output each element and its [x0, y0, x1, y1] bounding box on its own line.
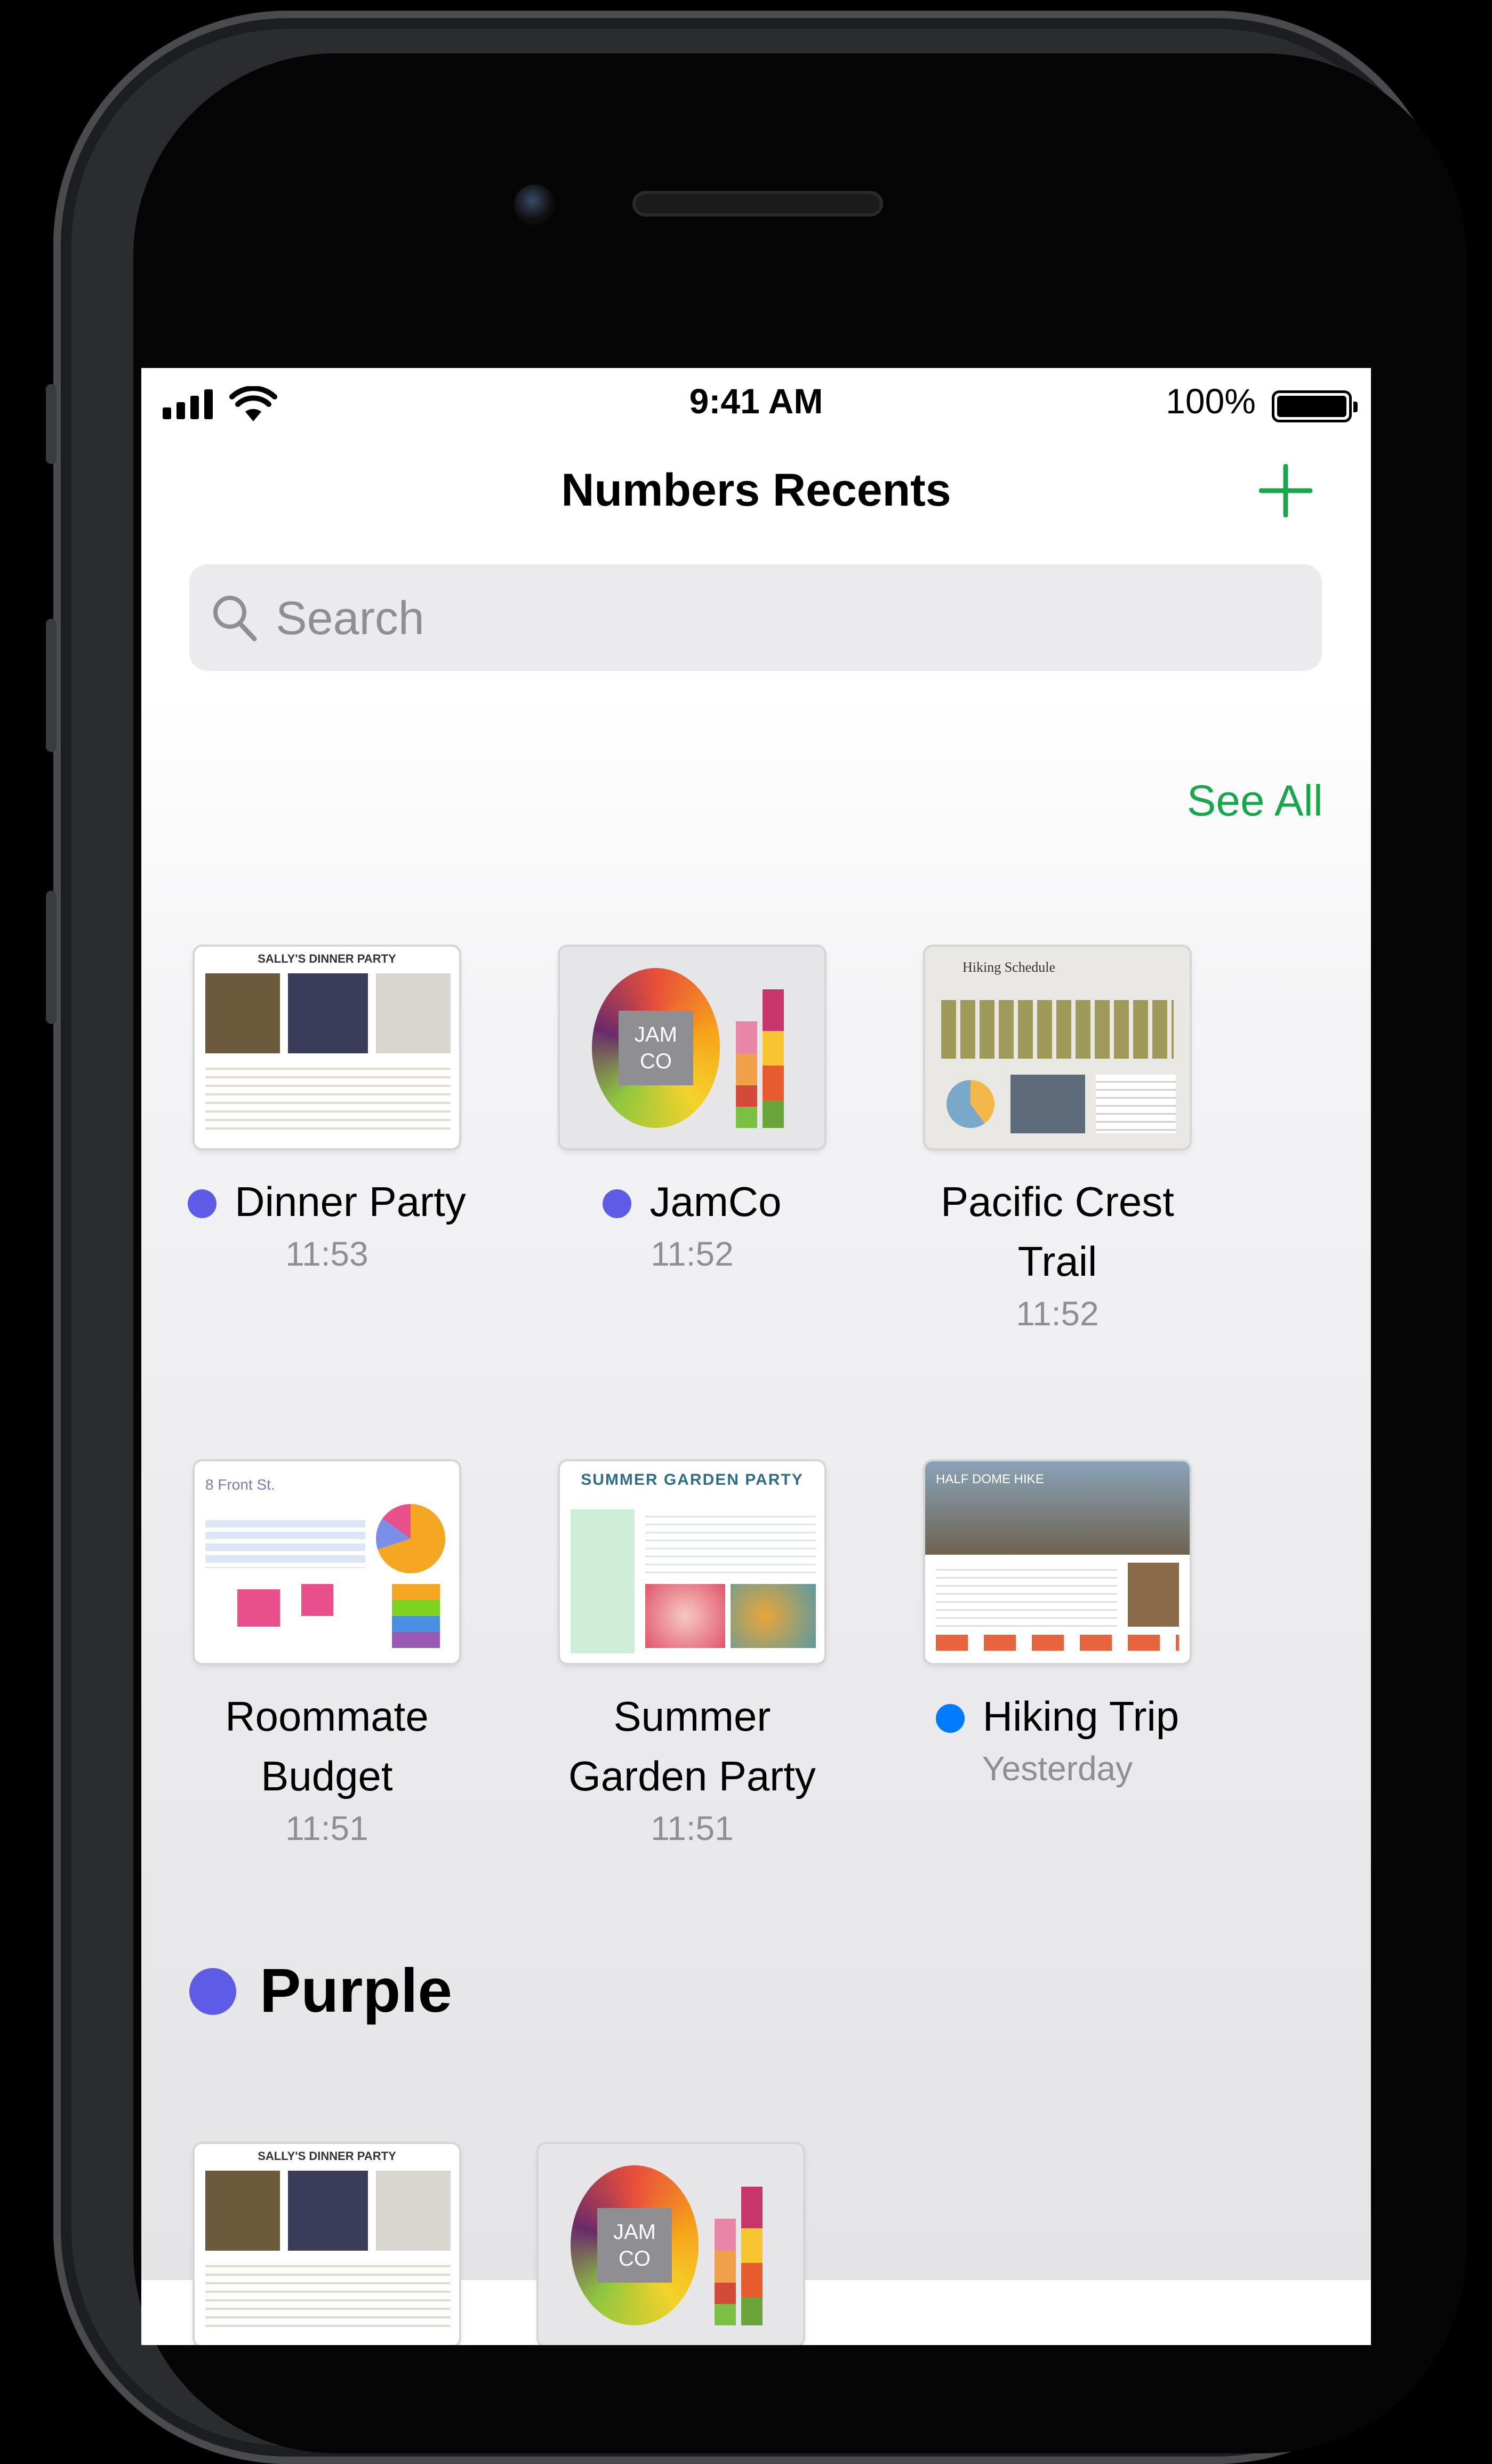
document-name-line-1: Pacific Crest: [941, 1178, 1174, 1225]
thumbnail-title: 8 Front St.: [205, 1476, 275, 1493]
document-name: Hiking Trip: [982, 1693, 1180, 1740]
document-time: 11:52: [651, 1235, 734, 1273]
document-name-line-1: Summer: [613, 1693, 771, 1740]
document-thumbnail[interactable]: Hiking Schedule: [925, 947, 1190, 1148]
status-bar: 9:41 AM 100%: [141, 368, 1371, 437]
purple-tag-icon: [189, 1968, 236, 2015]
battery-icon: [1272, 390, 1358, 422]
document-item-roommate-budget[interactable]: 8 Front St. Roommate Budget 11:51: [144, 1461, 510, 1851]
search-input[interactable]: [275, 580, 1290, 656]
document-thumbnail[interactable]: 8 Front St.: [195, 1461, 459, 1663]
tag-section-title: Purple: [260, 1956, 452, 2025]
document-name-line-1: Roommate: [225, 1693, 429, 1740]
document-thumbnail[interactable]: SUMMER GARDEN PARTY: [560, 1461, 824, 1663]
thumbnail-title: JAM CO: [597, 2208, 672, 2283]
document-thumbnail[interactable]: JAM CO: [560, 947, 824, 1148]
document-thumbnail[interactable]: HALF DOME HIKE: [925, 1461, 1190, 1663]
earpiece-speaker: [632, 191, 883, 217]
app-screen: 9:41 AM 100% Numbers Recents See All SAL…: [141, 368, 1371, 2345]
thumbnail-title: HALF DOME HIKE: [936, 1472, 1044, 1486]
document-time: 11:51: [285, 1809, 368, 1847]
page-title: Numbers Recents: [561, 465, 951, 516]
document-name-line-2: Trail: [1017, 1238, 1097, 1285]
add-icon[interactable]: [1259, 464, 1312, 517]
document-name: JamCo: [649, 1178, 782, 1225]
mute-switch: [46, 384, 57, 464]
document-time: 11:51: [651, 1809, 734, 1847]
document-time: Yesterday: [982, 1749, 1133, 1788]
see-all-link[interactable]: See All: [1187, 776, 1323, 826]
thumbnail-title: SUMMER GARDEN PARTY: [581, 1471, 804, 1489]
tagged-document-jamco[interactable]: JAM CO: [488, 2144, 854, 2345]
document-item-summer-garden-party[interactable]: SUMMER GARDEN PARTY Summer Garden Party 1…: [509, 1461, 875, 1851]
document-thumbnail[interactable]: JAM CO: [539, 2144, 803, 2345]
document-time: 11:52: [1016, 1294, 1099, 1333]
document-name-line-2: Budget: [261, 1753, 393, 1799]
tagged-document-dinner-party[interactable]: SALLY'S DINNER PARTY: [144, 2144, 510, 2345]
volume-up-button: [46, 619, 57, 752]
thumbnail-title: SALLY'S DINNER PARTY: [258, 2149, 396, 2163]
front-camera: [514, 185, 555, 225]
document-name: Dinner Party: [235, 1178, 466, 1225]
document-item-pacific-crest-trail[interactable]: Hiking Schedule Pacific Crest Trail 11:52: [875, 947, 1240, 1336]
document-thumbnail[interactable]: SALLY'S DINNER PARTY: [195, 2144, 459, 2345]
document-name-line-2: Garden Party: [568, 1753, 816, 1799]
purple-tag-icon: [603, 1189, 632, 1218]
thumbnail-title: SALLY'S DINNER PARTY: [258, 952, 396, 965]
volume-down-button: [46, 891, 57, 1024]
thumbnail-title: JAM CO: [619, 1011, 693, 1085]
document-item-jamco[interactable]: JAM CO JamCo 11:52: [509, 947, 875, 1276]
document-time: 11:53: [285, 1235, 368, 1273]
blue-tag-icon: [935, 1704, 965, 1733]
document-item-dinner-party[interactable]: SALLY'S DINNER PARTY Dinner Party 11:53: [144, 947, 510, 1276]
document-thumbnail[interactable]: SALLY'S DINNER PARTY: [195, 947, 459, 1148]
document-item-hiking-trip[interactable]: HALF DOME HIKE Hiking Trip Yesterday: [875, 1461, 1240, 1791]
search-icon: [213, 596, 257, 642]
search-bar[interactable]: [189, 564, 1322, 671]
purple-tag-icon: [188, 1189, 217, 1218]
thumbnail-title: Hiking Schedule: [962, 959, 1056, 975]
battery-percentage: 100%: [1166, 381, 1256, 421]
